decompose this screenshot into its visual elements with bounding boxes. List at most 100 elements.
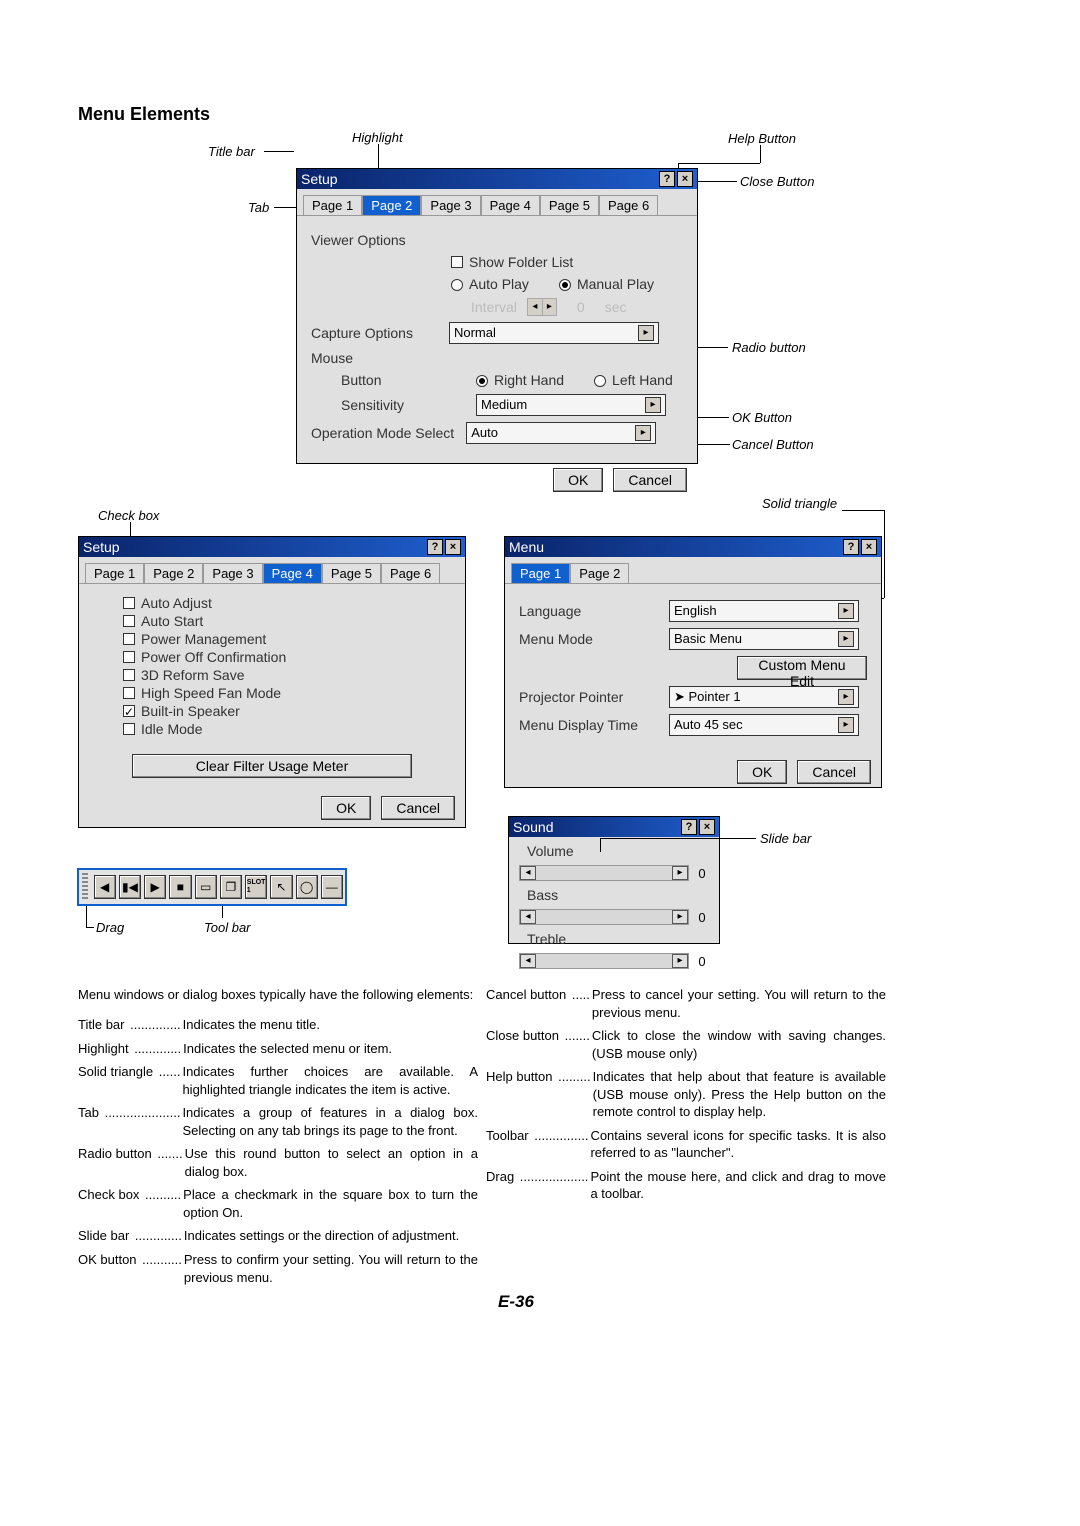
display-time-dropdown[interactable]: Auto 45 sec ▸	[669, 714, 859, 736]
auto-play-label: Auto Play	[469, 276, 529, 292]
dialog-sound: Sound ? × Volume ◂ ▸ 0 Bass ◂	[508, 816, 720, 944]
ok-button[interactable]: OK	[553, 468, 603, 492]
tool-slot-icon[interactable]: SLOT1	[245, 875, 267, 899]
capture-options-dropdown[interactable]: Normal ▸	[449, 322, 659, 344]
spinner-left-icon[interactable]: ◂	[528, 299, 542, 315]
checkbox-high-speed-fan[interactable]	[123, 687, 135, 699]
tool-window-icon[interactable]: ▭	[195, 875, 217, 899]
cancel-button[interactable]: Cancel	[381, 796, 455, 820]
title-bar: Sound ? ×	[509, 817, 719, 837]
clear-filter-button[interactable]: Clear Filter Usage Meter	[132, 754, 412, 778]
custom-menu-edit-button[interactable]: Custom Menu Edit	[737, 656, 867, 680]
tool-stop-icon[interactable]: ■	[169, 875, 191, 899]
sound-body: Volume ◂ ▸ 0 Bass ◂ ▸ 0 Treble	[509, 837, 719, 981]
tab-page-4[interactable]: Page 4	[263, 563, 322, 583]
dialog2-body: Auto Adjust Auto Start Power Management …	[79, 584, 465, 788]
dialog-setup-page2: Setup ? × Page 1 Page 2 Page 3 Page 4 Pa…	[296, 168, 698, 464]
checkbox-builtin-speaker[interactable]	[123, 705, 135, 717]
cancel-button[interactable]: Cancel	[797, 760, 871, 784]
tab-page-2[interactable]: Page 2	[362, 195, 421, 215]
radio-left-hand[interactable]	[594, 375, 606, 387]
tab-page-6[interactable]: Page 6	[381, 563, 440, 583]
volume-slider[interactable]: ◂ ▸	[519, 865, 689, 881]
tool-prev-icon[interactable]: ◀	[94, 875, 116, 899]
bass-slider[interactable]: ◂ ▸	[519, 909, 689, 925]
tool-minimize-icon[interactable]: —	[321, 875, 343, 899]
tool-cursor-icon[interactable]: ↖	[270, 875, 292, 899]
tab-page-5[interactable]: Page 5	[540, 195, 599, 215]
close-button-icon[interactable]: ×	[677, 171, 693, 187]
tab-page-1[interactable]: Page 1	[511, 563, 570, 583]
tool-circle-icon[interactable]: ◯	[296, 875, 318, 899]
checkbox-auto-adjust[interactable]	[123, 597, 135, 609]
tab-page-3[interactable]: Page 3	[203, 563, 262, 583]
help-button-icon[interactable]: ?	[681, 819, 697, 835]
right-hand-label: Right Hand	[494, 372, 564, 388]
radio-right-hand[interactable]	[476, 375, 488, 387]
tab-page-3[interactable]: Page 3	[421, 195, 480, 215]
tab-page-6[interactable]: Page 6	[599, 195, 658, 215]
checkbox-power-management[interactable]	[123, 633, 135, 645]
spinner-right-icon[interactable]: ▸	[542, 299, 556, 315]
sensitivity-label: Sensitivity	[341, 397, 446, 413]
tab-page-2[interactable]: Page 2	[144, 563, 203, 583]
language-dropdown[interactable]: English ▸	[669, 600, 859, 622]
help-button-icon[interactable]: ?	[843, 539, 859, 555]
slider-left-icon[interactable]: ◂	[520, 954, 536, 968]
list-item: High Speed Fan Mode	[123, 684, 451, 702]
pointer-dropdown[interactable]: ➤ Pointer 1 ▸	[669, 686, 859, 708]
checkbox-show-folder[interactable]	[451, 256, 463, 268]
section-title: Menu Elements	[78, 104, 210, 125]
help-button-icon[interactable]: ?	[427, 539, 443, 555]
volume-label: Volume	[527, 843, 709, 859]
radio-manual-play[interactable]	[559, 279, 571, 291]
tab-page-4[interactable]: Page 4	[481, 195, 540, 215]
sensitivity-dropdown[interactable]: Medium ▸	[476, 394, 666, 416]
close-button-icon[interactable]: ×	[445, 539, 461, 555]
tool-play-icon[interactable]: ▶	[144, 875, 166, 899]
close-button-icon[interactable]: ×	[699, 819, 715, 835]
checkbox-power-off-confirm[interactable]	[123, 651, 135, 663]
label-tab: Tab	[248, 200, 269, 215]
list-item: 3D Reform Save	[123, 666, 451, 684]
definitions-left: Title bar .............. Indicates the m…	[78, 1016, 478, 1292]
slider-right-icon[interactable]: ▸	[672, 910, 688, 924]
tab-page-5[interactable]: Page 5	[322, 563, 381, 583]
definitions-right: Cancel button ..... Press to cancel your…	[486, 986, 886, 1209]
slider-right-icon[interactable]: ▸	[672, 866, 688, 880]
slider-left-icon[interactable]: ◂	[520, 866, 536, 880]
tab-page-1[interactable]: Page 1	[303, 195, 362, 215]
checkbox-3d-reform-save[interactable]	[123, 669, 135, 681]
ok-button[interactable]: OK	[737, 760, 787, 784]
help-button-icon[interactable]: ?	[659, 171, 675, 187]
dropdown-arrow-icon: ▸	[638, 325, 654, 341]
checkbox-auto-start[interactable]	[123, 615, 135, 627]
dialog3-title-text: Menu	[509, 537, 544, 557]
language-label: Language	[519, 603, 659, 619]
definition-dots: .....................	[101, 1105, 180, 1120]
tool-step-back-icon[interactable]: ▮◀	[119, 875, 141, 899]
interval-value: 0	[577, 299, 585, 315]
cancel-button[interactable]: Cancel	[613, 468, 687, 492]
treble-value: 0	[695, 954, 709, 969]
treble-slider[interactable]: ◂ ▸	[519, 953, 689, 969]
menu-mode-dropdown[interactable]: Basic Menu ▸	[669, 628, 859, 650]
dropdown-arrow-icon: ▸	[645, 397, 661, 413]
slider-left-icon[interactable]: ◂	[520, 910, 536, 924]
slider-right-icon[interactable]: ▸	[672, 954, 688, 968]
tab-page-2[interactable]: Page 2	[570, 563, 629, 583]
volume-value: 0	[695, 866, 709, 881]
tool-copy-icon[interactable]: ❐	[220, 875, 242, 899]
checkbox-idle-mode[interactable]	[123, 723, 135, 735]
interval-spinner[interactable]: ◂ ▸	[527, 298, 557, 316]
op-mode-dropdown[interactable]: Auto ▸	[466, 422, 656, 444]
radio-auto-play[interactable]	[451, 279, 463, 291]
definition-description: Use this round button to select an optio…	[185, 1145, 478, 1180]
label-cancel-button: Cancel Button	[732, 437, 814, 452]
close-button-icon[interactable]: ×	[861, 539, 877, 555]
drag-handle[interactable]	[82, 873, 88, 901]
tab-page-1[interactable]: Page 1	[85, 563, 144, 583]
tabs-row: Page 1 Page 2 Page 3 Page 4 Page 5 Page …	[297, 189, 697, 216]
ok-button[interactable]: OK	[321, 796, 371, 820]
list-item: Idle Mode	[123, 720, 451, 738]
